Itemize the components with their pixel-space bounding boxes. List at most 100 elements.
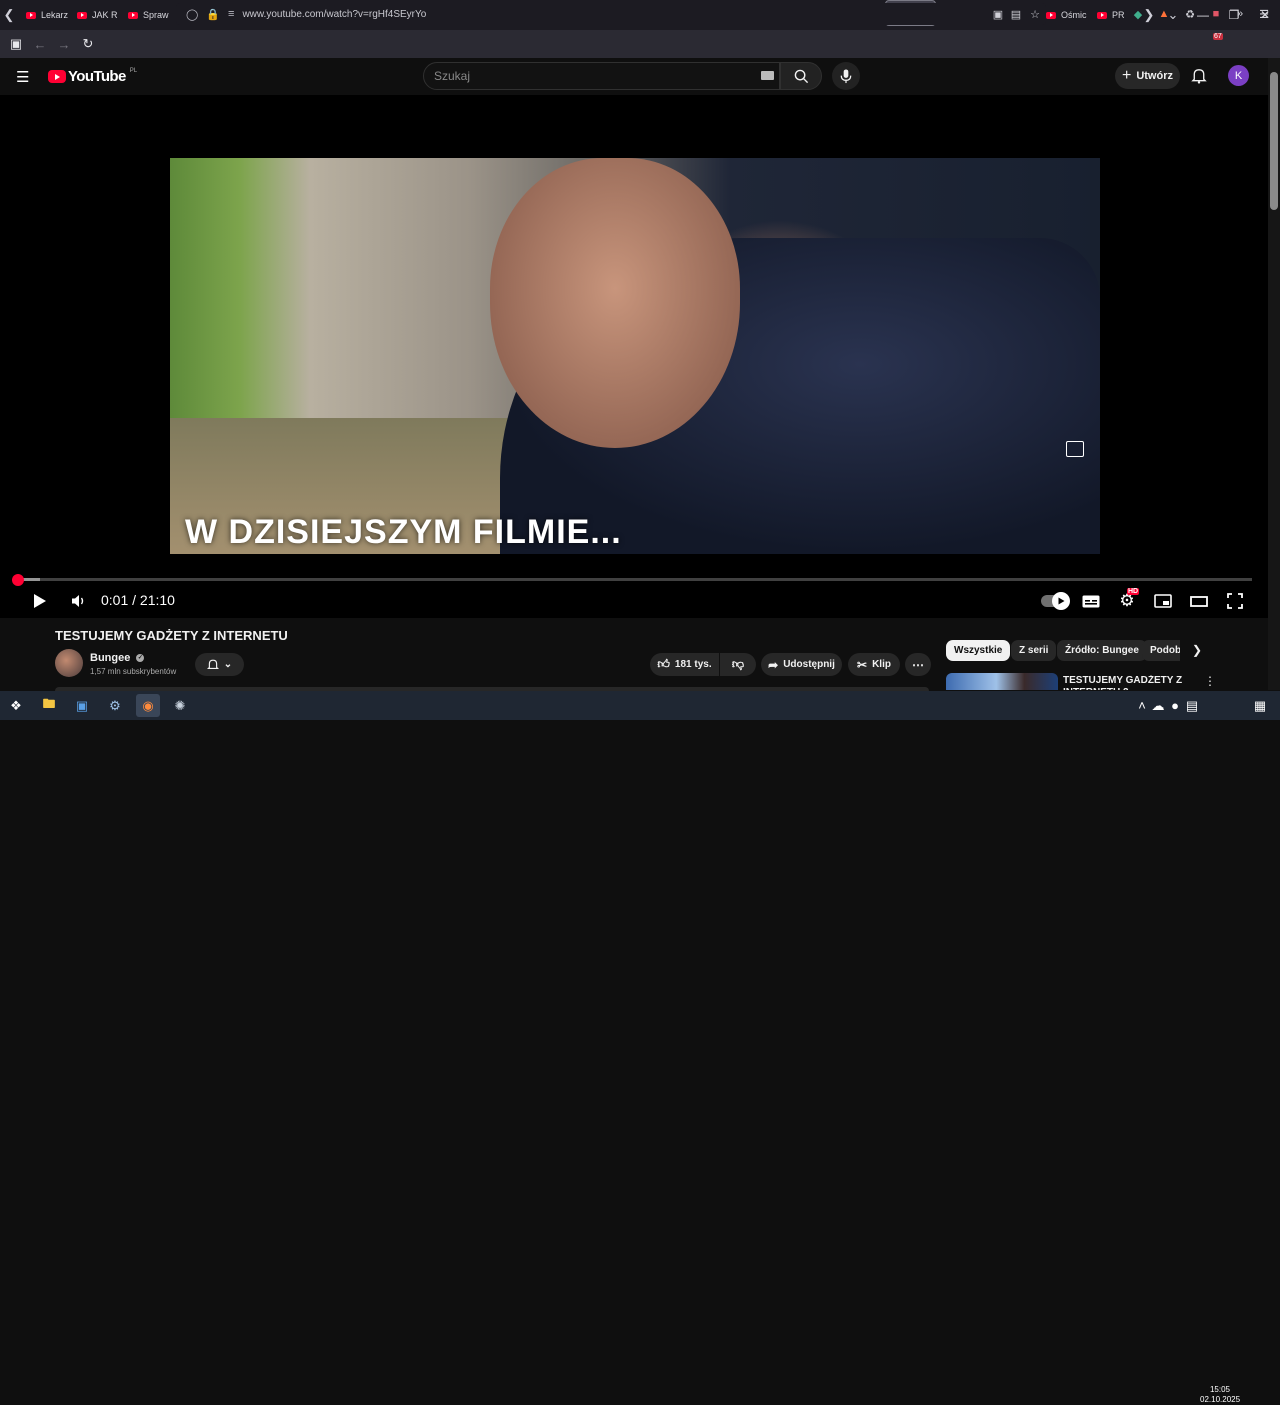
youtube-icon xyxy=(1046,11,1056,19)
hd-badge: HD xyxy=(1127,588,1140,595)
miniplayer-button[interactable] xyxy=(1152,589,1174,613)
theater-mode-button[interactable] xyxy=(1188,589,1210,613)
voice-search-button[interactable] xyxy=(832,62,860,90)
scrollbar-thumb[interactable] xyxy=(1270,72,1278,210)
shield-extension-icon[interactable]: ◆ xyxy=(1128,3,1148,25)
settings-button[interactable]: ⚙ HD xyxy=(1116,588,1140,613)
recommendation-thumbnail[interactable] xyxy=(946,673,1058,690)
video-player[interactable]: W DZISIEJSZYM FILMIE... 0:01 / 21:10 ⚙ H… xyxy=(0,95,1268,618)
lock-icon[interactable]: 🔒 xyxy=(206,8,220,21)
thumbs-down-icon: 👎︎ xyxy=(731,657,745,671)
back-icon[interactable]: ← xyxy=(28,32,52,56)
extensions-icon[interactable]: ♻ xyxy=(1180,3,1200,25)
play-button[interactable] xyxy=(28,589,52,613)
channel-avatar[interactable] xyxy=(55,649,83,677)
reload-icon[interactable]: ↻ xyxy=(76,32,100,56)
picture-in-picture-icon[interactable]: ▣ xyxy=(988,3,1008,25)
browser-tab-label: JAK R xyxy=(92,10,118,20)
forward-icon[interactable]: → xyxy=(52,32,76,56)
chip-from-series[interactable]: Z serii xyxy=(1011,640,1057,661)
network-icon[interactable]: ▤ xyxy=(1184,694,1200,717)
chip-from-channel[interactable]: Źródło: Bungee xyxy=(1057,640,1147,661)
sidebar-toggle-icon[interactable]: ▣ xyxy=(4,32,28,56)
video-frame[interactable]: W DZISIEJSZYM FILMIE... xyxy=(170,158,1100,554)
url-text[interactable]: www.youtube.com/watch?v=rgHf4SEyrYo xyxy=(242,9,426,20)
keyboard-icon[interactable] xyxy=(761,71,774,80)
video-burned-in-caption: W DZISIEJSZYM FILMIE... xyxy=(185,513,622,551)
clip-button[interactable]: ✂ Klip xyxy=(848,653,900,676)
expand-product-icon[interactable] xyxy=(1066,441,1084,457)
recommendation-menu-icon[interactable]: ⋮ xyxy=(1204,674,1216,688)
channel-name-text: Bungee xyxy=(90,652,131,664)
onedrive-cloud-icon[interactable]: ☁ xyxy=(1150,694,1166,717)
unknown-app-icon[interactable]: ✺ xyxy=(168,694,192,717)
logo-wordmark: YouTube xyxy=(68,68,126,85)
tracking-protection-icon[interactable]: ◯ xyxy=(186,8,198,21)
chips-next-chevron-icon[interactable]: ❯ xyxy=(1192,643,1202,657)
create-label: Utwórz xyxy=(1136,70,1173,82)
system-clock[interactable]: 15:05 02.10.2025 xyxy=(1200,1385,1240,1405)
notifications-bell-icon[interactable] xyxy=(1191,67,1207,89)
app-menu-icon[interactable]: ☰ xyxy=(1254,3,1274,25)
channel-name[interactable]: Bungee ✓ xyxy=(90,652,145,664)
subscription-bell-button[interactable]: ⌄ xyxy=(195,653,244,676)
tray-microphone-icon[interactable]: ● xyxy=(1167,694,1183,717)
subtitles-button[interactable] xyxy=(1080,589,1102,613)
autoplay-track xyxy=(1041,592,1070,610)
share-button[interactable]: ➦ Udostępnij xyxy=(761,653,842,676)
computer-app-icon[interactable]: ▣ xyxy=(70,694,94,717)
recommendation-title[interactable]: TESTUJEMY GADŻETY Z INTERNETU 2 xyxy=(1063,675,1203,690)
video-title: TESTUJEMY GADŻETY Z INTERNETU xyxy=(55,628,288,643)
show-hidden-icons-chevron-icon[interactable]: ˄ xyxy=(1134,694,1150,717)
fullscreen-button[interactable] xyxy=(1224,589,1246,613)
steam-icon[interactable]: ⚙ xyxy=(103,694,127,717)
play-icon xyxy=(34,594,46,608)
autoplay-play-icon xyxy=(1052,592,1070,610)
progress-bar[interactable] xyxy=(18,578,1252,581)
bookmark-star-icon[interactable]: ☆ xyxy=(1025,3,1045,25)
chip-all[interactable]: Wszystkie xyxy=(946,640,1011,661)
bell-icon xyxy=(206,659,219,670)
extension-badge-count: 67 xyxy=(1213,33,1223,40)
autoplay-toggle[interactable] xyxy=(1039,589,1070,613)
windows-taskbar: ❖ 🖿︎ ▣ ⚙ ◉ ✺ ˄ ☁ ● ▤ 15:05 02.10.2025 ▦ xyxy=(0,691,1280,1404)
microphone-icon xyxy=(840,68,852,83)
file-explorer-icon[interactable]: 🖿︎ xyxy=(37,694,61,717)
permissions-icon[interactable]: ≡ xyxy=(228,8,234,20)
search-input[interactable]: Szukaj xyxy=(423,62,780,90)
search-button[interactable] xyxy=(780,62,822,90)
account-avatar[interactable]: K xyxy=(1228,65,1249,86)
create-button[interactable]: + Utwórz xyxy=(1115,63,1180,89)
more-tools-icon[interactable]: » xyxy=(1230,3,1250,25)
badge-extension-icon[interactable]: ■ xyxy=(1206,3,1226,25)
youtube-icon xyxy=(26,11,36,19)
video-scene-person-head xyxy=(490,158,740,448)
thumbs-up-icon: 👍︎ xyxy=(657,657,670,671)
firefox-icon[interactable]: ◉ xyxy=(136,694,160,717)
notification-center-icon[interactable]: ▦ xyxy=(1248,694,1272,717)
tabs-scroll-left-icon[interactable]: ❮ xyxy=(0,0,18,30)
page-scrollbar[interactable] xyxy=(1268,58,1280,690)
windows-start-icon[interactable]: ❖ xyxy=(4,694,28,717)
browser-tab[interactable]: Spraw xyxy=(120,0,171,30)
dislike-button[interactable]: 👎︎ xyxy=(720,653,756,676)
browser-tab[interactable]: Lekarz xyxy=(18,0,69,30)
scrubber-handle[interactable] xyxy=(12,574,24,586)
fox-extension-icon[interactable]: ▲ xyxy=(1154,3,1174,25)
youtube-logo[interactable]: YouTube PL xyxy=(48,68,137,85)
mute-button[interactable] xyxy=(66,589,90,613)
youtube-icon xyxy=(128,11,138,19)
browser-tab[interactable]: JAK R xyxy=(69,0,120,30)
youtube-play-logo-icon xyxy=(48,70,66,83)
more-actions-button[interactable]: ⋯ xyxy=(905,653,931,676)
like-count: 181 tys. xyxy=(674,659,712,670)
like-button[interactable]: 👍︎ 181 tys. xyxy=(650,653,719,676)
plus-icon: + xyxy=(1121,67,1132,84)
chip-similar[interactable]: Podobne xyxy=(1142,640,1180,661)
reader-view-icon[interactable]: ▤ xyxy=(1006,3,1026,25)
guide-menu-icon[interactable]: ☰ xyxy=(16,68,29,86)
time-display: 0:01 / 21:10 xyxy=(101,592,175,608)
volume-icon xyxy=(71,595,83,607)
address-bar[interactable]: ◯ 🔒 ≡ www.youtube.com/watch?v=rgHf4SEyrY… xyxy=(176,3,1046,25)
verified-check-icon: ✓ xyxy=(136,654,145,663)
